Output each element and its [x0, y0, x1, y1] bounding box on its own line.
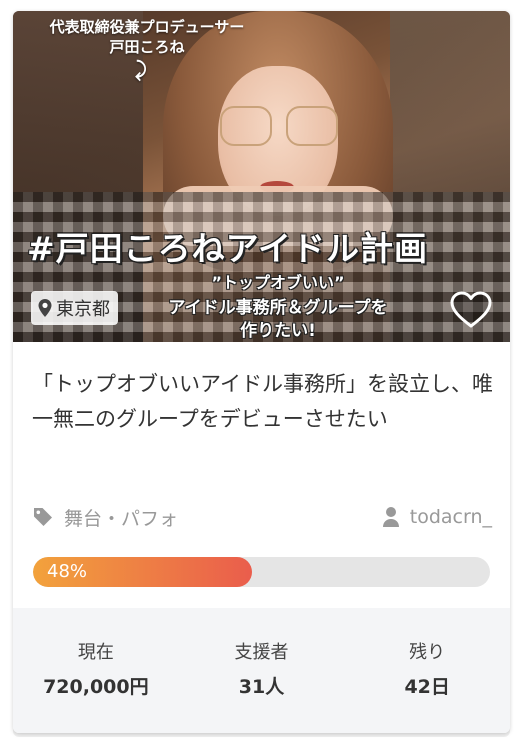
tag-icon [34, 508, 52, 526]
owner[interactable]: todacrn_ [382, 506, 492, 528]
project-hero-image[interactable]: 代表取締役兼プロデューサー 戸田ころね ⤸ #戸田ころねアイドル計画 ”トップオ… [13, 11, 510, 342]
hero-caption: 代表取締役兼プロデューサー 戸田ころね ⤸ [37, 17, 257, 79]
stat-current-amount: 現在 720,000円 [13, 608, 179, 733]
owner-name: todacrn_ [409, 506, 492, 528]
project-meta: 舞台・パフォ todacrn_ [32, 502, 492, 532]
stat-value: 31人 [238, 676, 285, 698]
user-icon [382, 507, 399, 527]
stat-value: 720,000円 [43, 676, 149, 698]
hero-subline-2: アイドル事務所＆グループを [168, 298, 388, 318]
hero-subline-1: ”トップオブいい” [211, 273, 345, 292]
stat-value: 42日 [404, 676, 450, 698]
hero-glasses [286, 106, 338, 146]
hero-subline-3: 作りたい! [240, 321, 316, 341]
curved-arrow-icon: ⤸ [135, 57, 147, 81]
location-text: 東京都 [56, 299, 110, 320]
map-pin-icon [38, 299, 52, 317]
stat-days-left: 残り 42日 [344, 608, 510, 733]
category-label: 舞台・パフォ [64, 507, 179, 530]
progress-percent: 48% [47, 561, 88, 582]
project-title[interactable]: 「トップオブいいアイドル事務所」を設立し、唯一無二のグループをデビューさせたい [32, 367, 494, 437]
project-card[interactable]: 代表取締役兼プロデューサー 戸田ころね ⤸ #戸田ころねアイドル計画 ”トップオ… [13, 11, 510, 733]
funding-progress-bar: 48% [33, 557, 490, 587]
stat-label: 残り [409, 642, 446, 663]
hero-caption-line1: 代表取締役兼プロデューサー [49, 18, 245, 36]
heart-outline-icon[interactable] [449, 290, 493, 330]
location-badge: 東京都 [31, 291, 118, 325]
stat-label: 支援者 [234, 642, 289, 663]
stat-supporters: 支援者 31人 [179, 608, 345, 733]
hero-hashtag: #戸田ころねアイドル計画 [27, 229, 429, 268]
category[interactable]: 舞台・パフォ [32, 504, 178, 531]
hero-caption-line2: 戸田ころね [109, 38, 185, 56]
stat-label: 現在 [77, 642, 114, 663]
hero-glasses [220, 106, 272, 146]
project-stats: 現在 720,000円 支援者 31人 残り 42日 [13, 608, 510, 733]
